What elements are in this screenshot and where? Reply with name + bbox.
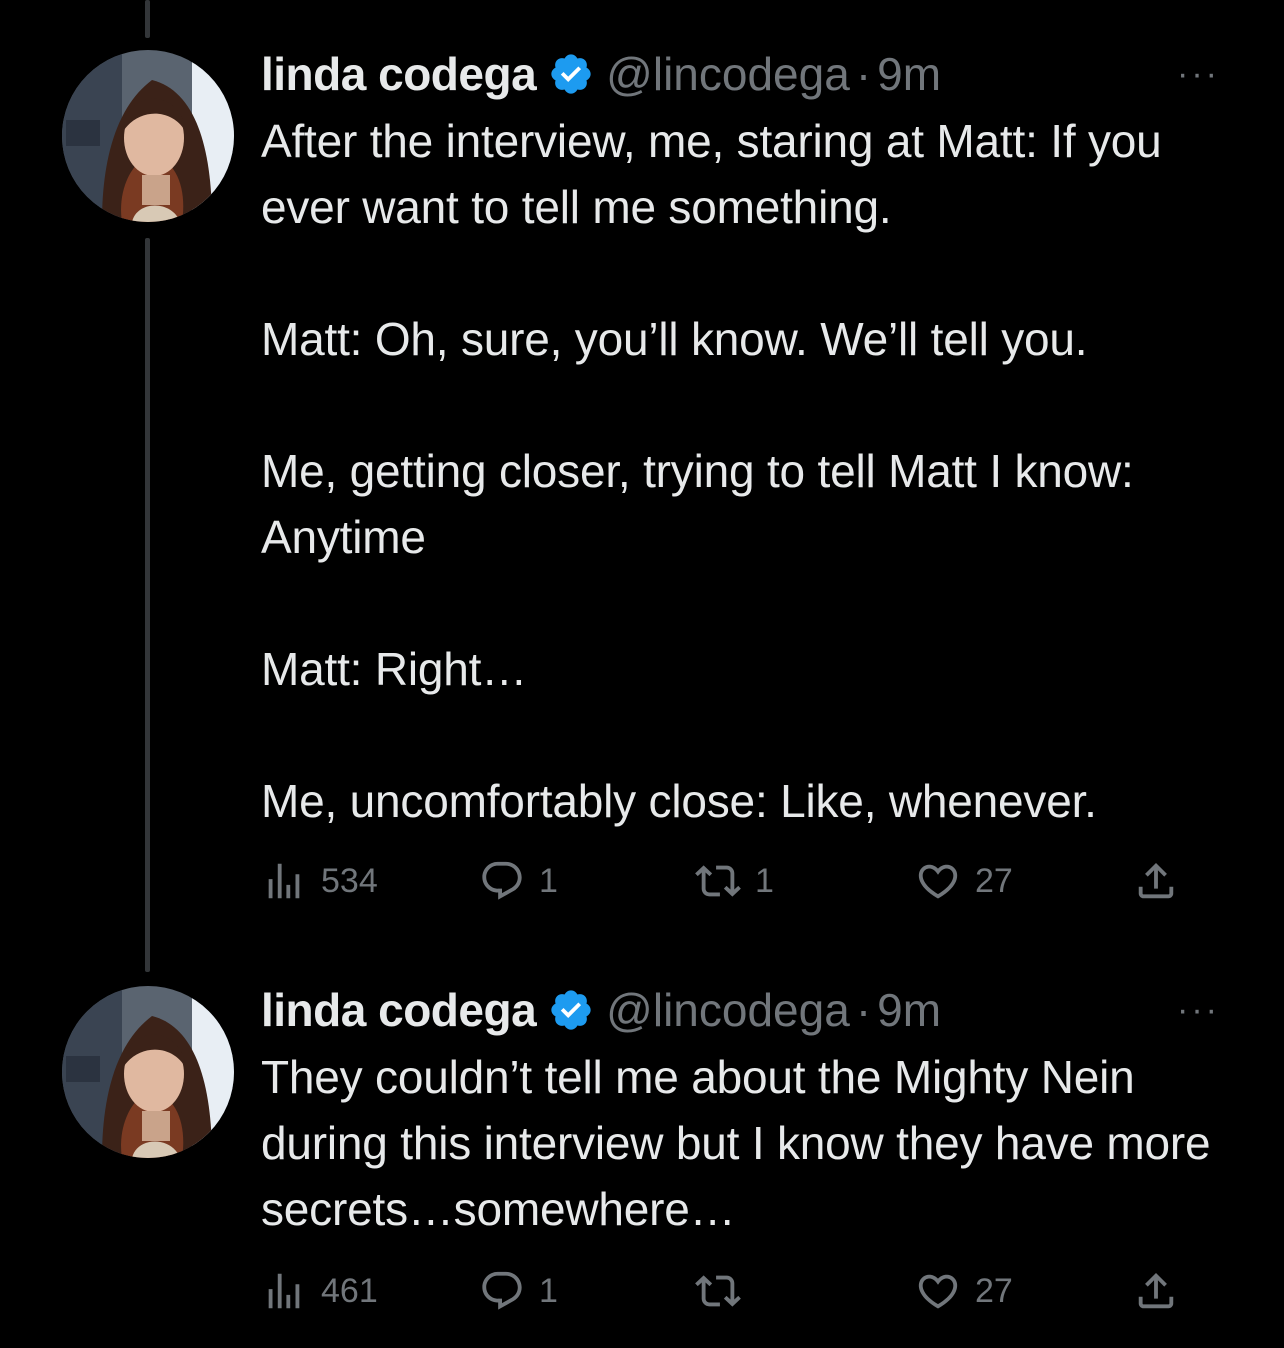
tweet-paragraph: They couldn’t tell me about the Mighty N… [261, 1051, 1211, 1235]
avatar[interactable] [62, 50, 234, 222]
tweet-paragraph: Me, getting closer, trying to tell Matt … [261, 445, 1134, 563]
share-button[interactable] [1133, 856, 1193, 906]
reply-button[interactable]: 1 [479, 1266, 558, 1316]
tweet-1[interactable]: linda codega @lincodega · 9m ··· After t… [0, 0, 1284, 950]
views-icon [268, 1273, 300, 1309]
tweet-paragraph: Me, uncomfortably close: Like, whenever. [261, 775, 1097, 827]
reply-count: 1 [539, 1271, 558, 1310]
tweet-actions: 461 1 27 [261, 1266, 1191, 1316]
like-button[interactable]: 27 [915, 856, 1013, 906]
timestamp[interactable]: 9m [877, 983, 941, 1037]
tweet-2[interactable]: linda codega @lincodega · 9m ··· They co… [0, 950, 1284, 1348]
separator-dot: · [855, 48, 872, 100]
separator-dot: · [855, 984, 872, 1036]
share-icon [1138, 862, 1174, 899]
tweet-header: linda codega @lincodega · 9m [261, 980, 941, 1040]
share-icon [1138, 1272, 1174, 1309]
views-count: 534 [321, 861, 378, 900]
like-button[interactable]: 27 [915, 1266, 1013, 1316]
tweet-text: After the interview, me, staring at Matt… [261, 108, 1241, 834]
retweet-icon [695, 865, 741, 897]
more-options-icon[interactable]: ··· [1177, 44, 1220, 104]
tweet-text: They couldn’t tell me about the Mighty N… [261, 1044, 1241, 1242]
like-count: 27 [975, 861, 1013, 900]
views-button[interactable]: 534 [261, 856, 378, 906]
author-handle[interactable]: @lincodega [606, 983, 850, 1037]
reply-count: 1 [539, 861, 558, 900]
retweet-count: 1 [755, 861, 774, 900]
retweet-button[interactable] [695, 1266, 755, 1316]
more-options-icon[interactable]: ··· [1177, 980, 1220, 1040]
reply-icon [482, 861, 522, 900]
share-button[interactable] [1133, 1266, 1193, 1316]
like-count: 27 [975, 1271, 1013, 1310]
author-name[interactable]: linda codega [261, 983, 537, 1037]
avatar[interactable] [62, 986, 234, 1158]
views-count: 461 [321, 1271, 378, 1310]
reply-button[interactable]: 1 [479, 856, 558, 906]
heart-icon [918, 864, 958, 899]
verified-badge-icon [548, 51, 594, 97]
tweet-actions: 534 1 1 27 [261, 856, 1191, 906]
tweet-paragraph: Matt: Right… [261, 643, 528, 695]
verified-badge-icon [548, 987, 594, 1033]
reply-icon [482, 1271, 522, 1310]
retweet-icon [695, 1275, 741, 1307]
author-handle[interactable]: @lincodega [606, 47, 850, 101]
retweet-button[interactable]: 1 [695, 856, 774, 906]
tweet-header: linda codega @lincodega · 9m [261, 44, 941, 104]
heart-icon [918, 1274, 958, 1309]
author-name[interactable]: linda codega [261, 47, 537, 101]
views-icon [268, 863, 300, 899]
tweet-paragraph: Matt: Oh, sure, you’ll know. We’ll tell … [261, 313, 1088, 365]
tweet-paragraph: After the interview, me, staring at Matt… [261, 115, 1162, 233]
timestamp[interactable]: 9m [877, 47, 941, 101]
views-button[interactable]: 461 [261, 1266, 378, 1316]
